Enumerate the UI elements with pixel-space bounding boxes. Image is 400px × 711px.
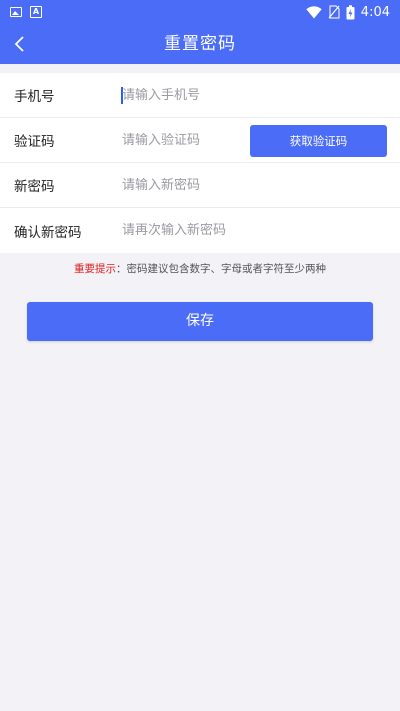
hint-text: 密码建议包含数字、字母或者字符至少两种: [126, 263, 327, 275]
confirm-password-label: 确认新密码: [14, 224, 82, 241]
app-bar: 重置密码: [0, 24, 400, 64]
confirm-password-input[interactable]: [122, 223, 242, 238]
phone-label: 手机号: [14, 89, 55, 105]
hint-emphasis: 重要提示: [74, 263, 116, 275]
gallery-icon: [10, 7, 22, 17]
confirm-password-row: 确认新密码: [0, 208, 400, 253]
code-input[interactable]: [122, 132, 242, 148]
code-row: 验证码 获取验证码: [0, 118, 400, 163]
reset-password-form: 手机号 验证码 获取验证码 新密码 确认新密码: [0, 73, 400, 253]
password-hint: 重要提示：密码建议包含数字、字母或者字符至少两种: [0, 261, 400, 276]
status-left-icons: A: [10, 6, 42, 18]
get-code-button[interactable]: 获取验证码: [250, 125, 387, 157]
page-title: 重置密码: [164, 34, 236, 54]
no-sim-icon: [328, 5, 340, 19]
new-password-input[interactable]: [122, 177, 242, 193]
phone-row: 手机号: [0, 73, 400, 118]
status-time: 4:04: [360, 4, 390, 20]
status-right: 4:04: [306, 5, 390, 20]
new-password-label: 新密码: [14, 179, 55, 195]
phone-input[interactable]: [122, 87, 242, 103]
hint-separator: ：: [116, 263, 127, 275]
status-bar: A 4:04: [0, 0, 400, 24]
font-a-icon: A: [30, 6, 42, 18]
save-button[interactable]: 保存: [27, 302, 373, 341]
code-label: 验证码: [14, 134, 55, 150]
new-password-row: 新密码: [0, 163, 400, 208]
battery-charging-icon: [346, 4, 355, 19]
wifi-icon: [306, 5, 322, 18]
